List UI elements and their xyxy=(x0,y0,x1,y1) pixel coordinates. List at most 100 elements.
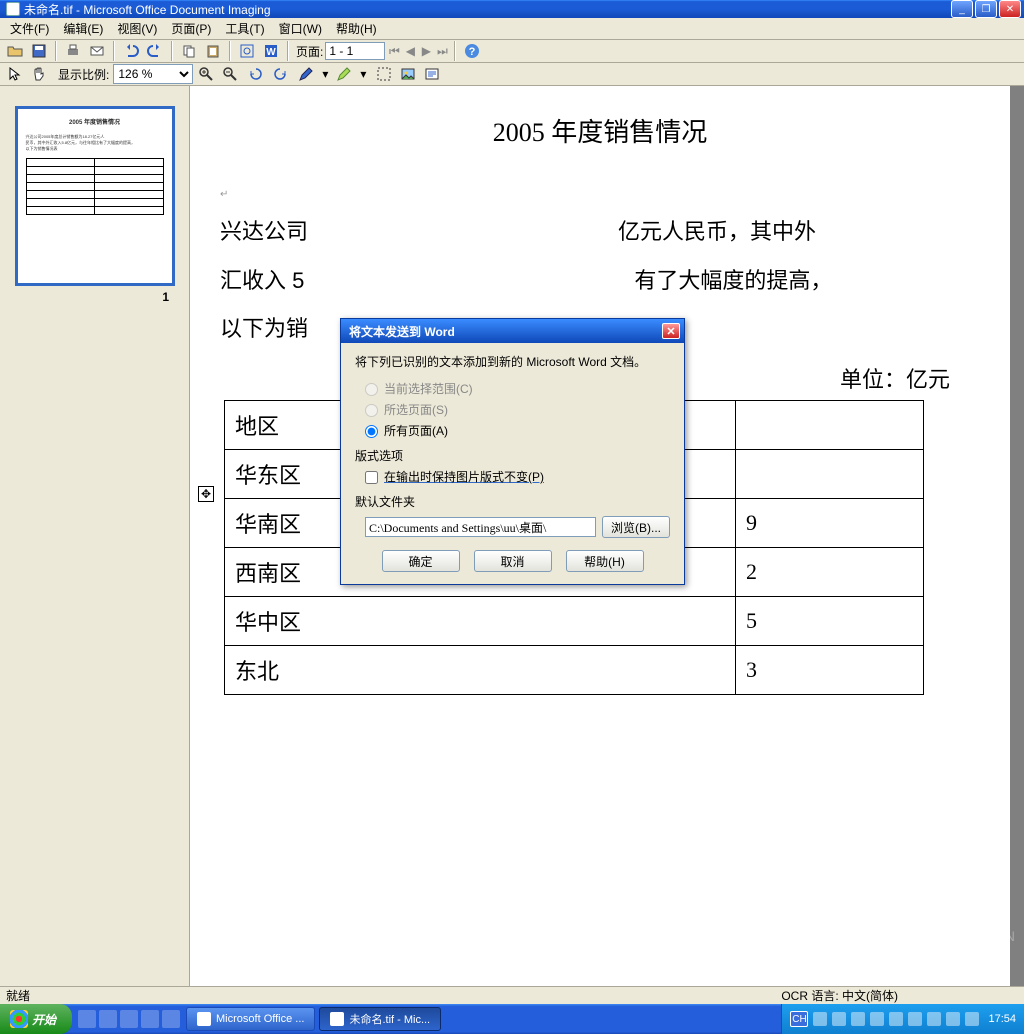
page-input[interactable] xyxy=(325,42,385,60)
clock[interactable]: 17:54 xyxy=(988,1013,1016,1025)
thumbnail-number: 1 xyxy=(8,290,181,304)
system-tray: CH 17:54 xyxy=(781,1004,1024,1034)
taskbar-item-2[interactable]: 未命名.tif - Mic... xyxy=(319,1007,441,1031)
quick-launch-icon[interactable] xyxy=(141,1010,159,1028)
menu-page[interactable]: 页面(P) xyxy=(165,18,217,39)
save-button[interactable] xyxy=(28,40,50,62)
quick-launch-icon[interactable] xyxy=(120,1010,138,1028)
doc-title: 2005 年度销售情况 xyxy=(220,112,980,149)
menu-window[interactable]: 窗口(W) xyxy=(273,18,328,39)
radio-selected-pages: 所选页面(S) xyxy=(365,401,670,418)
tray-icon[interactable] xyxy=(832,1012,846,1026)
insert-image-button[interactable] xyxy=(397,63,419,85)
tray-icon[interactable] xyxy=(946,1012,960,1026)
keep-layout-checkbox[interactable] xyxy=(365,471,378,484)
table-row: 东北3 xyxy=(225,645,924,694)
properties-button[interactable] xyxy=(421,63,443,85)
copy-button[interactable] xyxy=(178,40,200,62)
pointer-tool[interactable] xyxy=(4,63,26,85)
dialog-close-button[interactable]: ✕ xyxy=(662,323,680,339)
app-icon xyxy=(197,1012,211,1026)
svg-text:W: W xyxy=(266,47,276,58)
menu-file[interactable]: 文件(F) xyxy=(4,18,55,39)
pen-blue-dropdown[interactable]: ▾ xyxy=(319,63,331,85)
app-icon xyxy=(330,1012,344,1026)
help-button[interactable]: ? xyxy=(461,40,483,62)
zoom-out-button[interactable] xyxy=(219,63,241,85)
tray-icon[interactable] xyxy=(813,1012,827,1026)
hand-tool[interactable] xyxy=(28,63,50,85)
prev-page-button[interactable]: ◀ xyxy=(403,41,417,61)
zoom-label: 显示比例: xyxy=(58,66,109,83)
keep-layout-label: 在输出时保持图片版式不变(P) xyxy=(384,470,544,484)
quick-launch xyxy=(78,1010,180,1028)
move-handle-icon[interactable]: ✥ xyxy=(198,486,214,502)
language-indicator[interactable]: CH xyxy=(790,1011,808,1027)
first-page-button[interactable]: ⏮ xyxy=(387,41,401,61)
print-button[interactable] xyxy=(62,40,84,62)
send-to-word-button[interactable]: W xyxy=(260,40,282,62)
zoom-in-button[interactable] xyxy=(195,63,217,85)
thumbnail-page-1[interactable]: 2005 年度销售情况 兴达公司2005年度总计销售额为18.27亿元人民币，其… xyxy=(15,106,175,286)
quick-launch-icon[interactable] xyxy=(99,1010,117,1028)
dialog-help-button[interactable]: 帮助(H) xyxy=(566,550,644,572)
tray-icon[interactable] xyxy=(870,1012,884,1026)
next-page-button[interactable]: ▶ xyxy=(419,41,433,61)
taskbar-item-1[interactable]: Microsoft Office ... xyxy=(186,1007,315,1031)
last-page-button[interactable]: ⏭ xyxy=(435,41,449,61)
undo-button[interactable] xyxy=(120,40,142,62)
folder-path-input[interactable] xyxy=(365,517,596,537)
menu-edit[interactable]: 编辑(E) xyxy=(57,18,109,39)
folder-header: 默认文件夹 xyxy=(355,493,670,510)
highlighter-button[interactable] xyxy=(333,63,355,85)
close-button[interactable]: ✕ xyxy=(999,0,1021,18)
redo-button[interactable] xyxy=(144,40,166,62)
menu-help[interactable]: 帮助(H) xyxy=(330,18,383,39)
browse-button[interactable]: 浏览(B)... xyxy=(602,516,670,538)
rotate-right-button[interactable] xyxy=(269,63,291,85)
menu-view[interactable]: 视图(V) xyxy=(111,18,163,39)
rotate-left-button[interactable] xyxy=(245,63,267,85)
window-title: 未命名.tif - Microsoft Office Document Imag… xyxy=(24,1,951,18)
app-icon xyxy=(6,2,20,16)
status-ocr-lang: OCR 语言: 中文(简体) xyxy=(781,987,898,1004)
tray-icon[interactable] xyxy=(851,1012,865,1026)
ok-button[interactable]: 确定 xyxy=(382,550,460,572)
dialog-titlebar[interactable]: 将文本发送到 Word ✕ xyxy=(341,319,684,343)
maximize-button[interactable]: ❐ xyxy=(975,0,997,18)
select-image-button[interactable] xyxy=(373,63,395,85)
start-button[interactable]: 开始 xyxy=(0,1004,72,1034)
mail-button[interactable] xyxy=(86,40,108,62)
send-to-word-dialog: 将文本发送到 Word ✕ 将下列已识别的文本添加到新的 Microsoft W… xyxy=(340,318,685,585)
radio-all-pages[interactable]: 所有页面(A) xyxy=(365,422,670,439)
radio-current-selection: 当前选择范围(C) xyxy=(365,380,670,397)
quick-launch-icon[interactable] xyxy=(78,1010,96,1028)
dialog-title-text: 将文本发送到 Word xyxy=(345,323,662,340)
minimize-button[interactable]: _ xyxy=(951,0,973,18)
zoom-select[interactable]: 126 % xyxy=(113,64,193,84)
pen-blue-button[interactable] xyxy=(295,63,317,85)
menu-bar: 文件(F) 编辑(E) 视图(V) 页面(P) 工具(T) 窗口(W) 帮助(H… xyxy=(0,18,1024,40)
highlighter-dropdown[interactable]: ▾ xyxy=(357,63,369,85)
dialog-description: 将下列已识别的文本添加到新的 Microsoft Word 文档。 xyxy=(355,353,670,370)
ocr-button[interactable] xyxy=(236,40,258,62)
tray-icon[interactable] xyxy=(965,1012,979,1026)
status-ready: 就绪 xyxy=(6,987,30,1004)
keep-layout-row[interactable]: 在输出时保持图片版式不变(P) xyxy=(365,468,670,485)
work-area: 2005 年度销售情况 兴达公司2005年度总计销售额为18.27亿元人民币，其… xyxy=(0,86,1024,986)
tray-icon[interactable] xyxy=(927,1012,941,1026)
toolbar-view: 显示比例: 126 % ▾ ▾ xyxy=(0,63,1024,86)
menu-tools[interactable]: 工具(T) xyxy=(219,18,270,39)
tray-icon[interactable] xyxy=(889,1012,903,1026)
cancel-button[interactable]: 取消 xyxy=(474,550,552,572)
tray-icon[interactable] xyxy=(908,1012,922,1026)
titlebar: 未命名.tif - Microsoft Office Document Imag… xyxy=(0,0,1024,18)
open-button[interactable] xyxy=(4,40,26,62)
status-bar: 就绪 OCR 语言: 中文(简体) xyxy=(0,986,1024,1004)
layout-header: 版式选项 xyxy=(355,447,670,464)
paste-button[interactable] xyxy=(202,40,224,62)
quick-launch-icon[interactable] xyxy=(162,1010,180,1028)
taskbar: 开始 Microsoft Office ... 未命名.tif - Mic...… xyxy=(0,1004,1024,1034)
page-range-group: 当前选择范围(C) 所选页面(S) 所有页面(A) xyxy=(365,380,670,439)
table-row: 华中区5 xyxy=(225,596,924,645)
